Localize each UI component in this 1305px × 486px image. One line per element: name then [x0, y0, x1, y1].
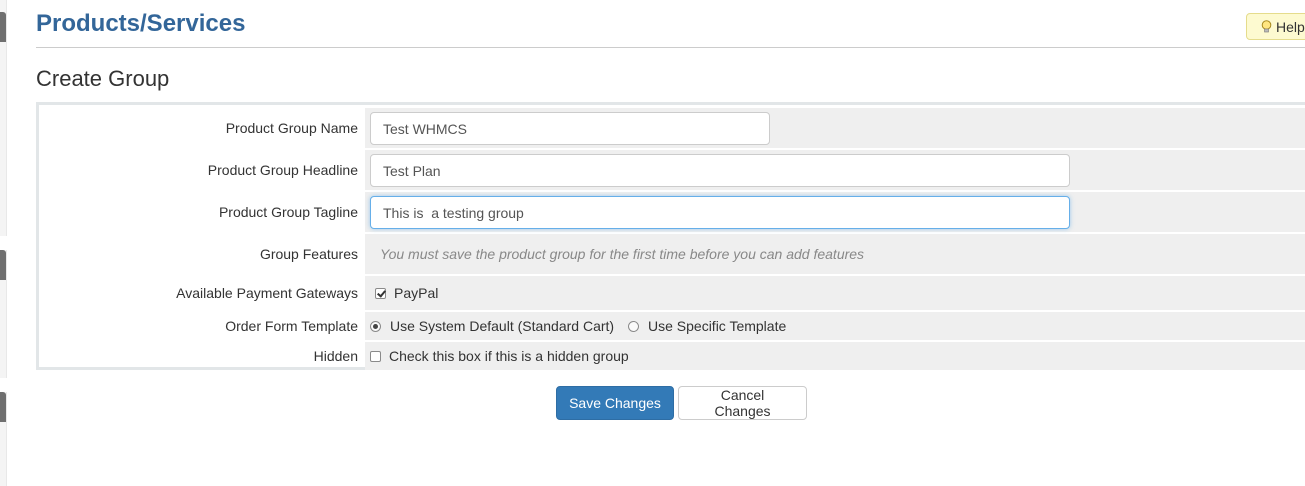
headline-cell [365, 150, 1305, 190]
help-label: Help [1276, 18, 1305, 35]
sidebar-panel-1 [0, 0, 7, 236]
group-name-label: Product Group Name [225, 120, 358, 136]
specific-template-label: Use Specific Template [648, 318, 787, 334]
form-row-tagline: Product Group Tagline [39, 192, 1305, 232]
tagline-label: Product Group Tagline [218, 204, 358, 220]
create-group-form: Product Group Name Product Group Headlin… [36, 102, 1305, 370]
title-divider [36, 47, 1305, 48]
paypal-label: PayPal [394, 285, 439, 301]
headline-input[interactable] [370, 154, 1070, 187]
cancel-changes-button[interactable]: Cancel Changes [678, 386, 807, 420]
hidden-checkbox[interactable] [370, 350, 381, 362]
sidebar-panel-handle[interactable] [0, 12, 6, 42]
save-changes-button[interactable]: Save Changes [556, 386, 674, 420]
sidebar-panel-2 [0, 250, 7, 378]
sidebar-panel-3 [0, 392, 7, 486]
form-row-headline: Product Group Headline [39, 150, 1305, 190]
tagline-input[interactable] [370, 196, 1070, 229]
paypal-checkbox[interactable] [375, 287, 386, 299]
hidden-label: Hidden [313, 348, 358, 364]
group-name-input[interactable] [370, 112, 770, 145]
hidden-checkbox-label: Check this box if this is a hidden group [389, 348, 629, 364]
headline-label: Product Group Headline [207, 162, 358, 178]
order-form-template-cell: Use System Default (Standard Cart) Use S… [365, 312, 1305, 340]
form-row-features: Group Features You must save the product… [39, 234, 1305, 274]
form-row-hidden: Hidden Check this box if this is a hidde… [39, 342, 1305, 370]
form-row-order-form-template: Order Form Template Use System Default (… [39, 312, 1305, 340]
hidden-option[interactable]: Check this box if this is a hidden group [370, 342, 629, 370]
features-label: Group Features [259, 246, 358, 262]
form-row-group-name: Product Group Name [39, 108, 1305, 148]
system-default-radio[interactable] [370, 320, 381, 332]
payment-gateways-label: Available Payment Gateways [176, 285, 358, 301]
section-title: Create Group [36, 66, 170, 91]
specific-template-radio[interactable] [628, 320, 639, 332]
help-button[interactable]: Help [1246, 13, 1305, 40]
template-option-system-default[interactable]: Use System Default (Standard Cart) [370, 312, 614, 340]
order-form-template-label: Order Form Template [225, 318, 358, 334]
form-row-payment-gateways: Available Payment Gateways PayPal [39, 276, 1305, 310]
page-title: Products/Services [36, 10, 246, 37]
group-name-cell [365, 108, 1305, 148]
features-note: You must save the product group for the … [380, 246, 865, 262]
sidebar-panel-handle[interactable] [0, 392, 6, 422]
sidebar-panel-handle[interactable] [0, 250, 6, 280]
system-default-label: Use System Default (Standard Cart) [390, 318, 615, 334]
features-cell: You must save the product group for the … [365, 234, 1305, 274]
lightbulb-icon [1261, 20, 1272, 33]
tagline-cell [365, 192, 1305, 232]
payment-gateways-cell: PayPal [365, 276, 1305, 310]
hidden-cell: Check this box if this is a hidden group [365, 342, 1305, 370]
gateway-option-paypal[interactable]: PayPal [375, 276, 438, 310]
template-option-specific[interactable]: Use Specific Template [628, 312, 786, 340]
